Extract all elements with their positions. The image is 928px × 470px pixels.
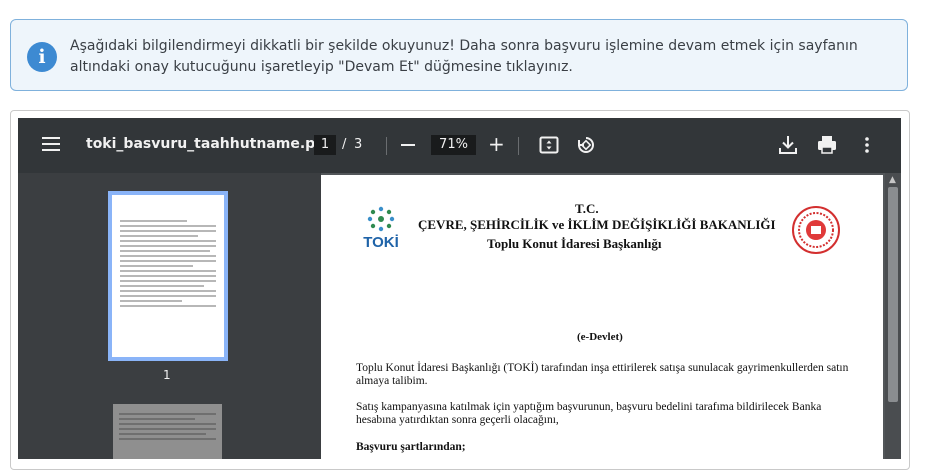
toki-logo-text: TOKİ [363, 234, 399, 251]
ministry-seal-icon [792, 206, 840, 254]
doc-paragraph-1: Toplu Konut İdaresi Başkanlığı (TOKİ) ta… [356, 362, 849, 387]
page-thumbnail-2[interactable] [113, 404, 222, 459]
pdf-viewer[interactable]: toki_basvuru_taahhutname.pdf 1 / 3 71% + [18, 118, 901, 459]
doc-header-ministry: ÇEVRE, ŞEHİRCİLİK ve İKLİM DEĞİŞİKLİĞİ B… [418, 217, 776, 232]
pdf-scrollbar[interactable]: ▲ [885, 173, 901, 459]
toolbar-divider [386, 137, 387, 155]
fit-page-icon[interactable] [537, 133, 561, 157]
page-thumbnail-1[interactable] [108, 191, 228, 361]
page-number-input[interactable]: 1 [314, 135, 336, 155]
info-notice: i Aşağıdaki bilgilendirmeyi dikkatli bir… [10, 19, 908, 91]
scrollbar-thumb[interactable] [888, 187, 898, 402]
rotate-icon[interactable] [574, 133, 598, 157]
more-options-icon[interactable] [855, 133, 879, 157]
menu-icon[interactable] [42, 137, 60, 151]
total-pages: 3 [354, 137, 363, 152]
pdf-filename: toki_basvuru_taahhutname.pdf [86, 136, 332, 152]
zoom-out-icon[interactable] [401, 144, 415, 146]
toolbar-divider [518, 137, 519, 155]
pdf-toolbar: toki_basvuru_taahhutname.pdf 1 / 3 71% + [18, 118, 901, 173]
zoom-input[interactable]: 71% [431, 135, 476, 155]
scroll-up-icon[interactable]: ▲ [889, 175, 896, 185]
doc-subtitle: (e-Devlet) [577, 331, 623, 343]
doc-paragraph-2: Satış kampanyasına katılmak için yaptığı… [356, 401, 822, 426]
zoom-in-icon[interactable]: + [488, 134, 505, 154]
pdf-page: TOKİ T.C. ÇEVRE, ŞEHİRCİLİK ve İKLİM DEĞ… [321, 175, 883, 459]
doc-header-tc: T.C. [575, 201, 599, 216]
print-icon[interactable] [815, 133, 839, 157]
notice-text: Aşağıdaki bilgilendirmeyi dikkatli bir ş… [70, 38, 858, 75]
thumbnail-page-number: 1 [163, 368, 171, 382]
download-icon[interactable] [776, 133, 800, 157]
page-separator: / [342, 137, 347, 152]
toki-logo: TOKİ [363, 206, 399, 251]
doc-section-title: Başvuru şartlarından; [356, 441, 466, 453]
info-icon: i [27, 42, 57, 72]
doc-header-toki: Toplu Konut İdaresi Başkanlığı [487, 236, 662, 251]
thumbnail-sidebar: 1 [18, 173, 321, 459]
